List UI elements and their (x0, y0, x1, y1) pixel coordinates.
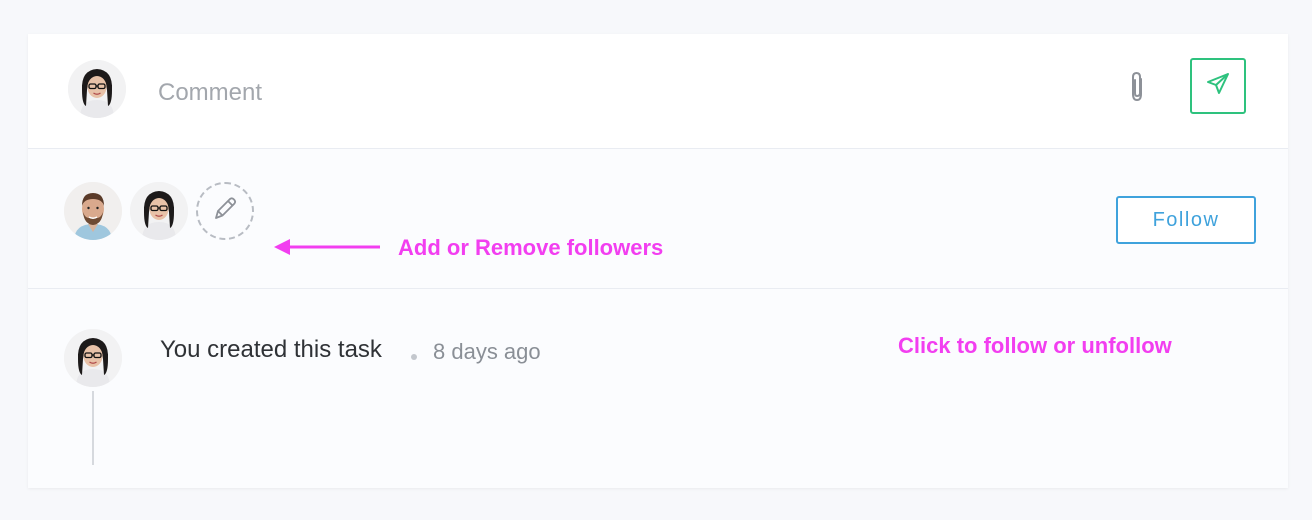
followers-section: Add or Remove followers Follow (28, 149, 1288, 359)
activity-timestamp: 8 days ago (433, 339, 541, 364)
pencil-icon (211, 195, 239, 228)
follow-button[interactable]: Follow (1116, 196, 1256, 244)
comment-composer (28, 34, 1288, 149)
follower-avatar[interactable] (64, 182, 122, 240)
followers-annotation-arrow (274, 239, 380, 255)
send-comment-button[interactable] (1190, 58, 1246, 114)
current-user-avatar (68, 60, 126, 118)
followers-annotation-text: Add or Remove followers (398, 235, 664, 260)
paper-plane-icon (1205, 71, 1231, 102)
follow-annotation-text: Click to follow or unfollow (898, 333, 1172, 358)
comment-input[interactable] (156, 72, 1060, 114)
follower-avatar[interactable] (130, 182, 188, 240)
activity-feed: You created this task 8 days ago Click t… (28, 289, 1288, 488)
edit-followers-button[interactable] (196, 182, 254, 240)
task-activity-card: Add or Remove followers Follow You creat… (28, 34, 1288, 488)
timeline-connector (92, 391, 94, 465)
activity-avatar (64, 329, 122, 387)
activity-text: You created this task (160, 336, 382, 363)
paperclip-icon[interactable] (1125, 70, 1151, 104)
separator-dot (411, 354, 417, 360)
